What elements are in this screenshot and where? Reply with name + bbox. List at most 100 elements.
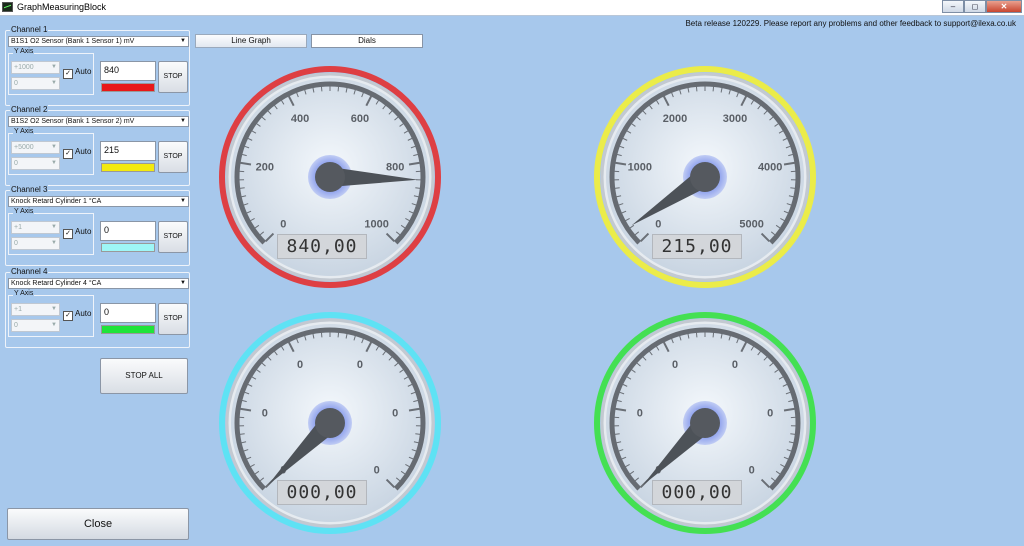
- gauge-tick-label: 0: [262, 408, 268, 420]
- gauge-tick-label: 600: [351, 113, 369, 125]
- stop-button[interactable]: STOP: [158, 141, 188, 173]
- y-min-value: 0: [14, 80, 18, 87]
- y-max-select[interactable]: +1 ▼: [11, 303, 60, 316]
- y-max-value: +5000: [14, 144, 34, 151]
- auto-checkbox[interactable]: ✓ Auto: [63, 147, 91, 159]
- gauge-tick: [790, 433, 796, 435]
- checkmark-icon: ✓: [63, 149, 73, 159]
- y-max-select[interactable]: +5000 ▼: [11, 141, 60, 154]
- gauge-tick-label: 0: [392, 408, 398, 420]
- sensor-select[interactable]: B1S2 O2 Sensor (Bank 1 Sensor 2) mV ▼: [8, 116, 189, 127]
- stop-button[interactable]: STOP: [158, 61, 188, 93]
- y-axis-group: Y Axis +5000 ▼ 0 ▼ ✓ Auto: [8, 128, 94, 175]
- y-min-select[interactable]: 0 ▼: [11, 237, 60, 250]
- sensor-select[interactable]: B1S1 O2 Sensor (Bank 1 Sensor 1) mV ▼: [8, 36, 189, 47]
- y-max-value: +1: [14, 306, 22, 313]
- gauge-tick-label: 200: [256, 162, 274, 174]
- gauge-dial-1: 0 200 400 600 800 1000 840,00: [215, 62, 445, 292]
- tab-line-graph[interactable]: Line Graph: [195, 34, 307, 48]
- tab-dials[interactable]: Dials: [311, 34, 423, 48]
- gauge-tick-label: 0: [637, 408, 643, 420]
- y-min-select[interactable]: 0 ▼: [11, 319, 60, 332]
- channel-label: Channel 4: [10, 267, 49, 276]
- gauge-tick-label: 0: [672, 359, 678, 371]
- gauge-tick-label: 5000: [739, 219, 763, 231]
- chevron-down-icon: ▼: [51, 224, 57, 230]
- needle-hub: [315, 408, 345, 438]
- chevron-down-icon: ▼: [51, 144, 57, 150]
- needle-hub: [690, 162, 720, 192]
- value-field[interactable]: 0: [100, 303, 156, 323]
- gauge-dial-4: 000000 000,00: [590, 308, 820, 538]
- sensor-select[interactable]: Knock Retard Cylinder 1 °CA ▼: [8, 196, 189, 207]
- y-axis-label: Y Axis: [13, 128, 35, 135]
- gauge-tick-label: 4000: [758, 162, 782, 174]
- y-axis-group: Y Axis +1 ▼ 0 ▼ ✓ Auto: [8, 208, 94, 255]
- sensor-select-value: B1S1 O2 Sensor (Bank 1 Sensor 1) mV: [11, 38, 135, 45]
- close-window-button[interactable]: ✕: [986, 0, 1022, 13]
- y-max-select[interactable]: +1000 ▼: [11, 61, 60, 74]
- gauge-digital-readout: 215,00: [652, 234, 742, 259]
- close-button[interactable]: Close: [7, 508, 189, 540]
- chevron-down-icon: ▼: [180, 38, 186, 44]
- gauge-digital-readout: 840,00: [277, 234, 367, 259]
- gauge-tick-label: 0: [767, 408, 773, 420]
- gauge-tick: [614, 187, 620, 189]
- auto-label: Auto: [75, 227, 92, 236]
- gauge-tick-label: 400: [291, 113, 309, 125]
- gauge-tick: [614, 433, 620, 435]
- window-title: GraphMeasuringBlock: [17, 2, 107, 12]
- needle-hub: [315, 162, 345, 192]
- auto-checkbox[interactable]: ✓ Auto: [63, 227, 91, 239]
- channel-color-swatch: [101, 83, 155, 92]
- checkmark-icon: ✓: [63, 311, 73, 321]
- value-field[interactable]: 0: [100, 221, 156, 241]
- value-field[interactable]: 215: [100, 141, 156, 161]
- channel-panel-2: Channel 2 B1S2 O2 Sensor (Bank 1 Sensor …: [5, 105, 190, 186]
- gauge-tick-label: 0: [732, 359, 738, 371]
- sensor-select-value: Knock Retard Cylinder 1 °CA: [11, 198, 102, 205]
- y-min-select[interactable]: 0 ▼: [11, 77, 60, 90]
- gauge-tick: [415, 433, 421, 435]
- gauge-tick-label: 800: [386, 162, 404, 174]
- title-bar: GraphMeasuringBlock – ◻ ✕: [0, 0, 1024, 16]
- sensor-select-value: Knock Retard Cylinder 4 °CA: [11, 280, 102, 287]
- auto-label: Auto: [75, 309, 92, 318]
- channel-color-swatch: [101, 163, 155, 172]
- value-field[interactable]: 840: [100, 61, 156, 81]
- channel-label: Channel 1: [10, 25, 49, 34]
- stop-all-button[interactable]: STOP ALL: [100, 358, 188, 394]
- stop-button[interactable]: STOP: [158, 303, 188, 335]
- gauge-tick: [790, 187, 796, 189]
- channel-label: Channel 2: [10, 105, 49, 114]
- gauge-digital-readout: 000,00: [277, 480, 367, 505]
- sensor-select[interactable]: Knock Retard Cylinder 4 °CA ▼: [8, 278, 189, 289]
- gauge-tick: [239, 187, 245, 189]
- y-min-value: 0: [14, 322, 18, 329]
- gauge-tick-label: 0: [749, 465, 755, 477]
- checkmark-icon: ✓: [63, 69, 73, 79]
- y-min-select[interactable]: 0 ▼: [11, 157, 60, 170]
- chevron-down-icon: ▼: [51, 240, 57, 246]
- needle-hub: [690, 408, 720, 438]
- chevron-down-icon: ▼: [51, 306, 57, 312]
- y-axis-label: Y Axis: [13, 208, 35, 215]
- chevron-down-icon: ▼: [51, 322, 57, 328]
- gauge-tick: [415, 187, 421, 189]
- channel-panel-1: Channel 1 B1S1 O2 Sensor (Bank 1 Sensor …: [5, 25, 190, 106]
- minimize-button[interactable]: –: [942, 0, 964, 13]
- y-max-select[interactable]: +1 ▼: [11, 221, 60, 234]
- sensor-select-value: B1S2 O2 Sensor (Bank 1 Sensor 2) mV: [11, 118, 135, 125]
- auto-checkbox[interactable]: ✓ Auto: [63, 309, 91, 321]
- maximize-button[interactable]: ◻: [964, 0, 986, 13]
- gauge-tick-label: 3000: [723, 113, 747, 125]
- gauge-tick-label: 1000: [364, 219, 388, 231]
- stop-button[interactable]: STOP: [158, 221, 188, 253]
- checkmark-icon: ✓: [63, 229, 73, 239]
- auto-checkbox[interactable]: ✓ Auto: [63, 67, 91, 79]
- chevron-down-icon: ▼: [51, 80, 57, 86]
- channel-label: Channel 3: [10, 185, 49, 194]
- y-axis-label: Y Axis: [13, 290, 35, 297]
- chevron-down-icon: ▼: [51, 64, 57, 70]
- chevron-down-icon: ▼: [180, 280, 186, 286]
